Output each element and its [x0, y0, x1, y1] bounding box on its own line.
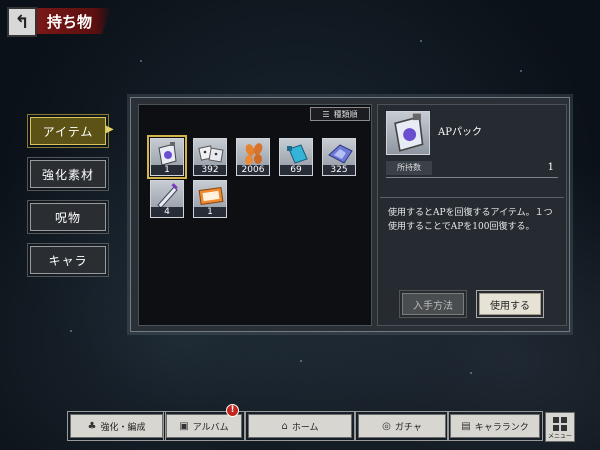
tab-characters[interactable]: キャラ — [27, 243, 109, 277]
ap-pack-icon — [158, 142, 177, 166]
character-icon: ▤ — [461, 420, 471, 432]
detail-item-icon — [386, 111, 430, 155]
button-label: 入手方法 — [413, 300, 453, 312]
item-count: 325 — [323, 165, 355, 175]
page-title: 持ち物 — [37, 8, 111, 34]
item-slot-ap-pack[interactable]: 1 — [147, 135, 187, 179]
party-icon: ♣ — [87, 420, 97, 432]
dice-icon — [198, 145, 224, 163]
nav-label: キャラランク — [474, 422, 529, 433]
gacha-icon: ◎ — [382, 420, 391, 432]
back-arrow-icon: ↰ — [14, 11, 30, 33]
menu-grid-icon — [553, 417, 567, 431]
back-button[interactable]: ↰ — [7, 7, 37, 37]
nav-album[interactable]: ▣ アルバム — [163, 411, 245, 441]
button-label: 使用する — [490, 300, 530, 312]
nav-label: アルバム — [192, 422, 229, 433]
item-slot-sword[interactable]: 4 — [150, 180, 184, 218]
tab-label: 強化素材 — [41, 167, 94, 182]
quantity-row: 所持数 1 — [386, 161, 558, 178]
acquisition-method-button[interactable]: 入手方法 — [399, 290, 467, 318]
detail-divider — [380, 197, 564, 198]
sort-icon: ☰ — [322, 109, 330, 119]
background-star — [300, 360, 302, 362]
active-tab-arrow-icon: ▶ — [106, 124, 114, 135]
background-star — [470, 372, 472, 374]
item-count: 392 — [194, 165, 226, 175]
ap-pack-icon — [394, 113, 424, 152]
tab-curses[interactable]: 呪物 — [27, 200, 109, 234]
nav-enhance-formation[interactable]: ♣ 強化・編成 — [67, 411, 166, 441]
item-description: 使用するとAPを回復するアイテム。１つ使用することでAPを100回復する。 — [388, 208, 553, 232]
menu-label: メニュー — [547, 433, 572, 440]
item-slot-bottle[interactable]: 69 — [279, 138, 313, 176]
page-title-text: 持ち物 — [47, 12, 93, 31]
crystal-icon — [328, 144, 353, 164]
home-icon: ⌂ — [281, 420, 288, 432]
quantity-label: 所持数 — [386, 161, 432, 175]
nav-home[interactable]: ⌂ ホーム — [245, 411, 355, 441]
nav-character-rank[interactable]: ▤ キャラランク — [447, 411, 543, 441]
sort-button[interactable]: ☰ 種類順 — [310, 107, 370, 121]
item-count: 69 — [280, 165, 312, 175]
nav-label: ガチャ — [394, 422, 422, 433]
item-slot-dice[interactable]: 392 — [193, 138, 227, 176]
menu-button[interactable]: メニュー — [545, 412, 575, 442]
background-star — [420, 40, 422, 42]
bottle-icon — [287, 144, 308, 164]
nav-gacha[interactable]: ◎ ガチャ — [355, 411, 449, 441]
detail-item-name: APパック — [438, 127, 482, 138]
seeds-icon — [244, 143, 263, 165]
sort-label: 種類順 — [333, 109, 358, 119]
use-button[interactable]: 使用する — [476, 290, 544, 318]
tab-label: アイテム — [42, 124, 94, 139]
item-slot-ticket[interactable]: 1 — [193, 180, 227, 218]
item-slot-crystal[interactable]: 325 — [322, 138, 356, 176]
tab-items[interactable]: アイテム — [27, 114, 109, 148]
item-count: 1 — [151, 165, 183, 175]
item-slot-seeds[interactable]: 2006 — [236, 138, 270, 176]
quantity-value: 1 — [547, 162, 554, 173]
notification-badge: ! — [226, 404, 239, 417]
nav-label: ホーム — [291, 422, 319, 433]
background-star — [140, 60, 142, 62]
item-count: 1 — [194, 207, 226, 217]
album-icon: ▣ — [179, 420, 189, 432]
background-star — [70, 330, 72, 332]
background-star — [520, 70, 522, 72]
tab-label: 呪物 — [54, 210, 81, 225]
tab-materials[interactable]: 強化素材 — [27, 157, 109, 191]
tab-label: キャラ — [48, 253, 88, 268]
ticket-icon — [198, 186, 224, 206]
sword-icon — [157, 183, 178, 209]
nav-label: 強化・編成 — [100, 422, 146, 433]
badge-text: ! — [230, 405, 235, 415]
item-count: 4 — [151, 207, 183, 217]
item-count: 2006 — [237, 165, 269, 175]
